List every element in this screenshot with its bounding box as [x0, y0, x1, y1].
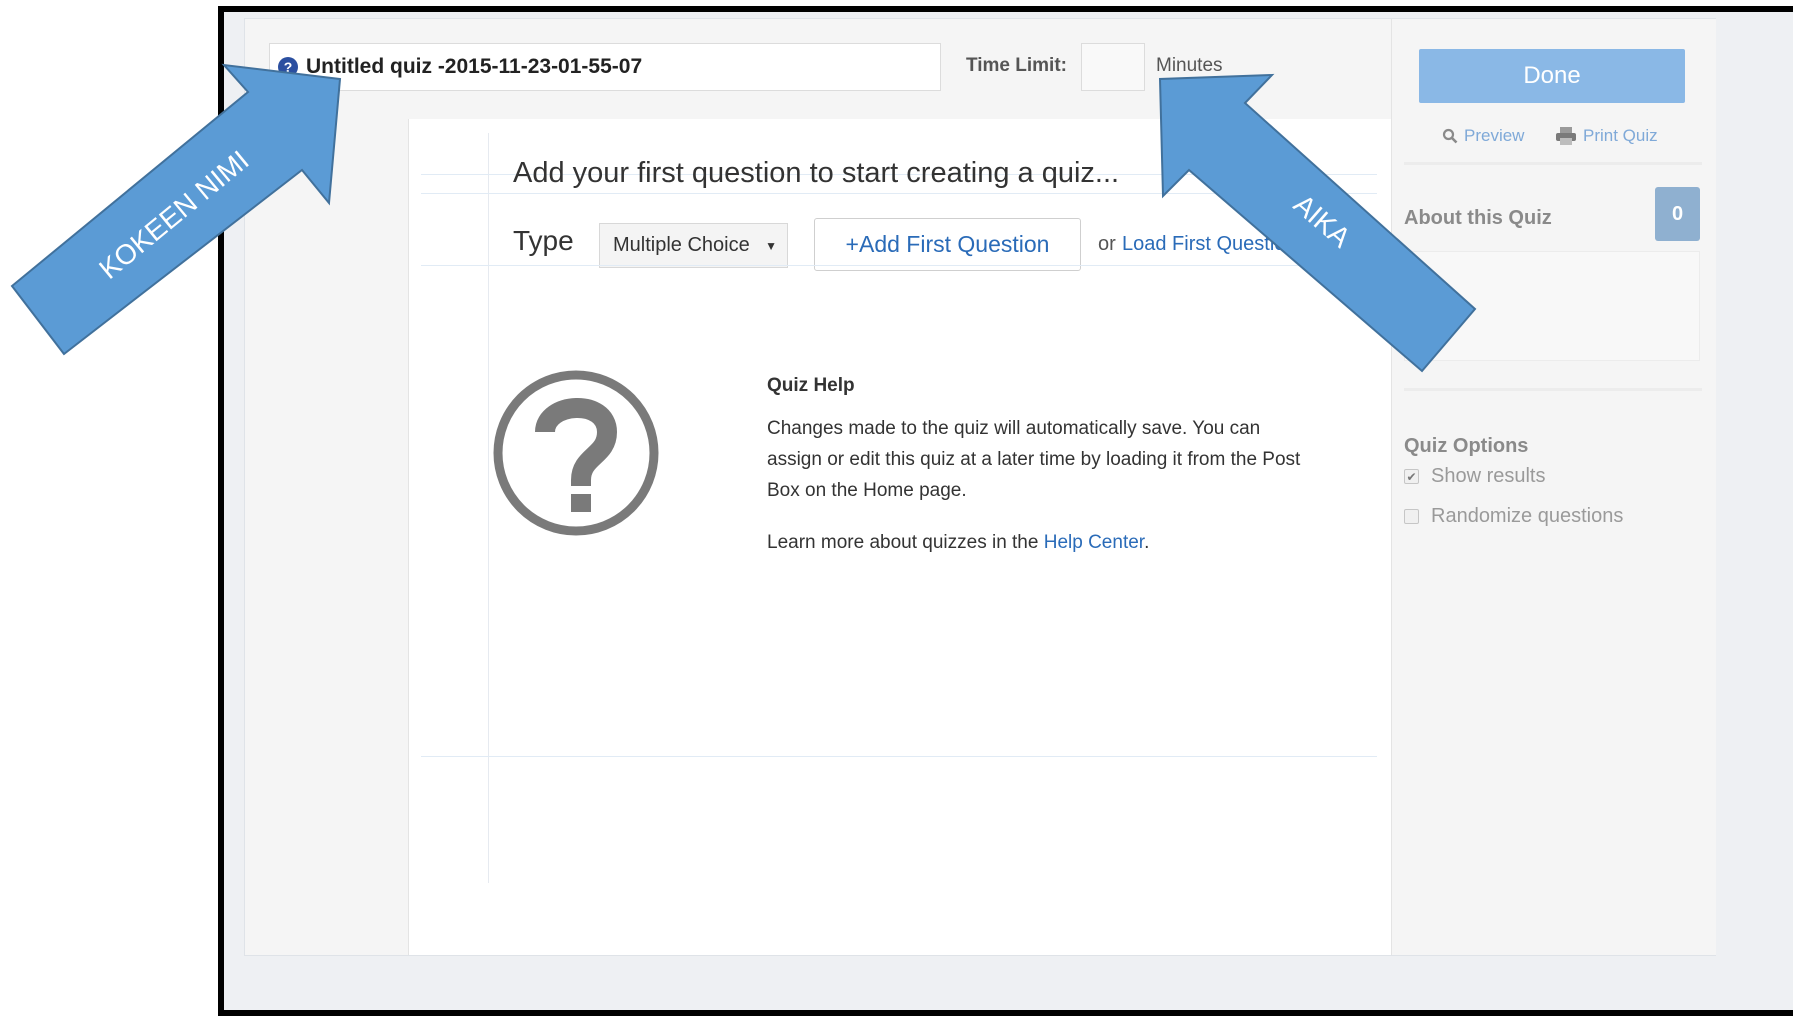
type-label: Type — [513, 225, 574, 256]
divider — [421, 756, 1377, 757]
help-title: Quiz Help — [767, 375, 855, 396]
learn-more-period: . — [1144, 532, 1150, 553]
printer-icon — [1556, 127, 1576, 145]
question-type-value: Multiple Choice — [613, 234, 750, 256]
quiz-header: ? Untitled quiz -2015-11-23-01-55-07 Tim… — [245, 19, 1391, 119]
help-learn-more: Learn more about quizzes in the Help Cen… — [767, 532, 1149, 554]
question-circle-icon — [493, 370, 659, 536]
quiz-title-text: Untitled quiz -2015-11-23-01-55-07 — [306, 55, 643, 78]
done-button[interactable]: Done — [1419, 49, 1685, 103]
quiz-editor-panel: ? Untitled quiz -2015-11-23-01-55-07 Tim… — [244, 18, 1716, 956]
quiz-options-label: Quiz Options — [1404, 435, 1529, 457]
load-first-question-link[interactable]: Load First Question — [1122, 233, 1297, 256]
time-limit-input[interactable] — [1081, 43, 1145, 91]
preview-link[interactable]: Preview — [1442, 126, 1524, 146]
divider — [421, 265, 1377, 266]
help-circle-icon[interactable]: ? — [278, 57, 298, 77]
learn-more-text: Learn more about quizzes in the — [767, 532, 1044, 553]
question-editor: Add your first question to start creatin… — [408, 119, 1392, 955]
magnifier-icon — [1442, 128, 1458, 144]
editor-prompt: Add your first question to start creatin… — [513, 157, 1120, 189]
show-results-label: Show results — [1431, 465, 1546, 487]
about-quiz-label: About this Quiz — [1404, 207, 1552, 229]
randomize-questions-label: Randomize questions — [1431, 505, 1624, 527]
divider — [421, 193, 1377, 194]
divider — [1404, 162, 1702, 165]
help-center-link[interactable]: Help Center — [1044, 532, 1144, 553]
option-randomize-questions[interactable]: Randomize questions — [1404, 505, 1623, 528]
divider — [1404, 388, 1702, 391]
option-show-results[interactable]: ✔ Show results — [1404, 465, 1546, 488]
print-quiz-link[interactable]: Print Quiz — [1555, 126, 1658, 146]
preview-label: Preview — [1464, 126, 1525, 145]
question-type-select[interactable]: Multiple Choice ▼ — [599, 223, 788, 268]
quiz-title-field[interactable]: ? Untitled quiz -2015-11-23-01-55-07 — [269, 43, 941, 91]
help-paragraph: Changes made to the quiz will automatica… — [767, 418, 1301, 501]
randomize-questions-checkbox[interactable] — [1404, 509, 1419, 524]
add-first-question-button[interactable]: +Add First Question — [814, 218, 1081, 271]
print-quiz-label: Print Quiz — [1583, 126, 1658, 145]
show-results-checkbox[interactable]: ✔ — [1404, 469, 1419, 484]
about-quiz-box[interactable] — [1404, 251, 1700, 361]
minutes-label: Minutes — [1156, 55, 1223, 76]
about-count-badge: 0 — [1655, 187, 1700, 241]
or-text: or — [1098, 233, 1116, 255]
quiz-sidebar: Done Preview Print Quiz About this Quiz … — [1391, 19, 1716, 955]
time-limit-label: Time Limit: — [966, 55, 1067, 76]
caret-down-icon: ▼ — [765, 238, 777, 253]
